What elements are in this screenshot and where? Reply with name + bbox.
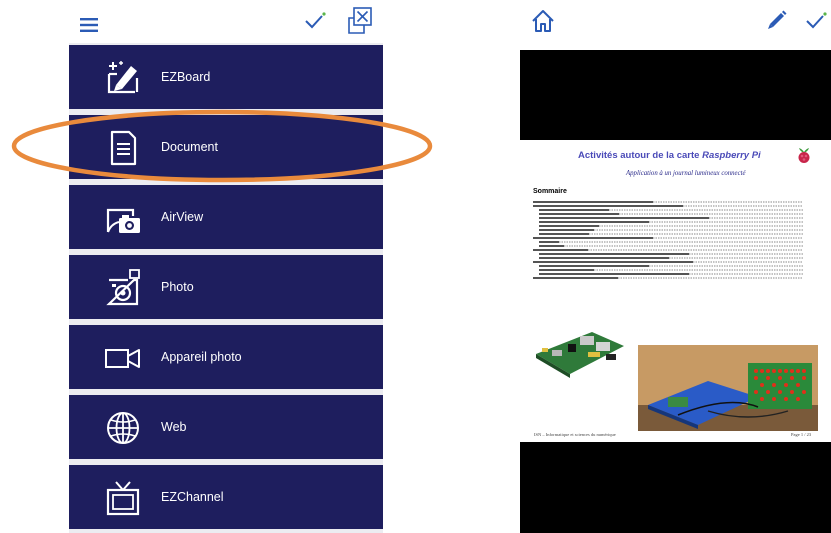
document-summary-heading: Sommaire (533, 188, 567, 195)
check-icon[interactable] (303, 11, 327, 31)
tv-icon (103, 478, 143, 518)
hamburger-icon[interactable] (80, 18, 98, 32)
document-viewer-panel: Activités autour de la carte Raspberry P… (450, 0, 831, 533)
document-page[interactable]: Activités autour de la carte Raspberry P… (520, 140, 831, 442)
menu-item-airview[interactable]: AirView (69, 185, 383, 249)
menu-item-label: Appareil photo (161, 350, 242, 364)
document-footer-left: ISN – Informatique et sciences du numéri… (534, 432, 616, 437)
menu-item-document[interactable]: Document (69, 115, 383, 179)
menu-item-appareil-photo[interactable]: Appareil photo (69, 325, 383, 389)
app-menu-list: EZBoard Document AirView Photo Appareil … (69, 43, 383, 533)
menu-item-ezboard[interactable]: EZBoard (69, 45, 383, 109)
check-icon[interactable] (804, 11, 828, 31)
menu-item-photo[interactable]: Photo (69, 255, 383, 319)
menu-item-web[interactable]: Web (69, 395, 383, 459)
home-icon[interactable] (530, 8, 556, 34)
menu-item-label: AirView (161, 210, 204, 224)
document-icon (103, 128, 143, 168)
menu-item-label: Photo (161, 280, 194, 294)
led-matrix-photo (638, 345, 818, 431)
raspberry-pi-logo-icon (796, 146, 812, 164)
document-subtitle: Application à un journal lumineux connec… (626, 170, 746, 177)
airview-icon (103, 198, 143, 238)
raspberry-pi-board-image (532, 320, 628, 384)
menu-item-label: EZBoard (161, 70, 211, 84)
menu-item-label: Document (161, 140, 218, 154)
whiteboard-pen-icon (103, 58, 143, 98)
document-page-number: Page 1 / 23 (791, 432, 812, 437)
globe-icon (103, 408, 143, 448)
video-camera-icon (103, 338, 143, 378)
menu-item-label: Web (161, 420, 187, 434)
document-viewer[interactable]: Activités autour de la carte Raspberry P… (520, 50, 831, 533)
menu-item-ezchannel[interactable]: EZChannel (69, 465, 383, 529)
menu-item-label: EZChannel (161, 490, 224, 504)
document-title: Activités autour de la carte Raspberry P… (578, 150, 761, 161)
pen-icon[interactable] (766, 9, 788, 31)
close-window-icon[interactable] (347, 7, 373, 34)
table-of-contents-lines (533, 201, 803, 279)
app-launcher-panel: EZBoard Document AirView Photo Appareil … (0, 0, 450, 533)
photo-icon (103, 268, 143, 308)
